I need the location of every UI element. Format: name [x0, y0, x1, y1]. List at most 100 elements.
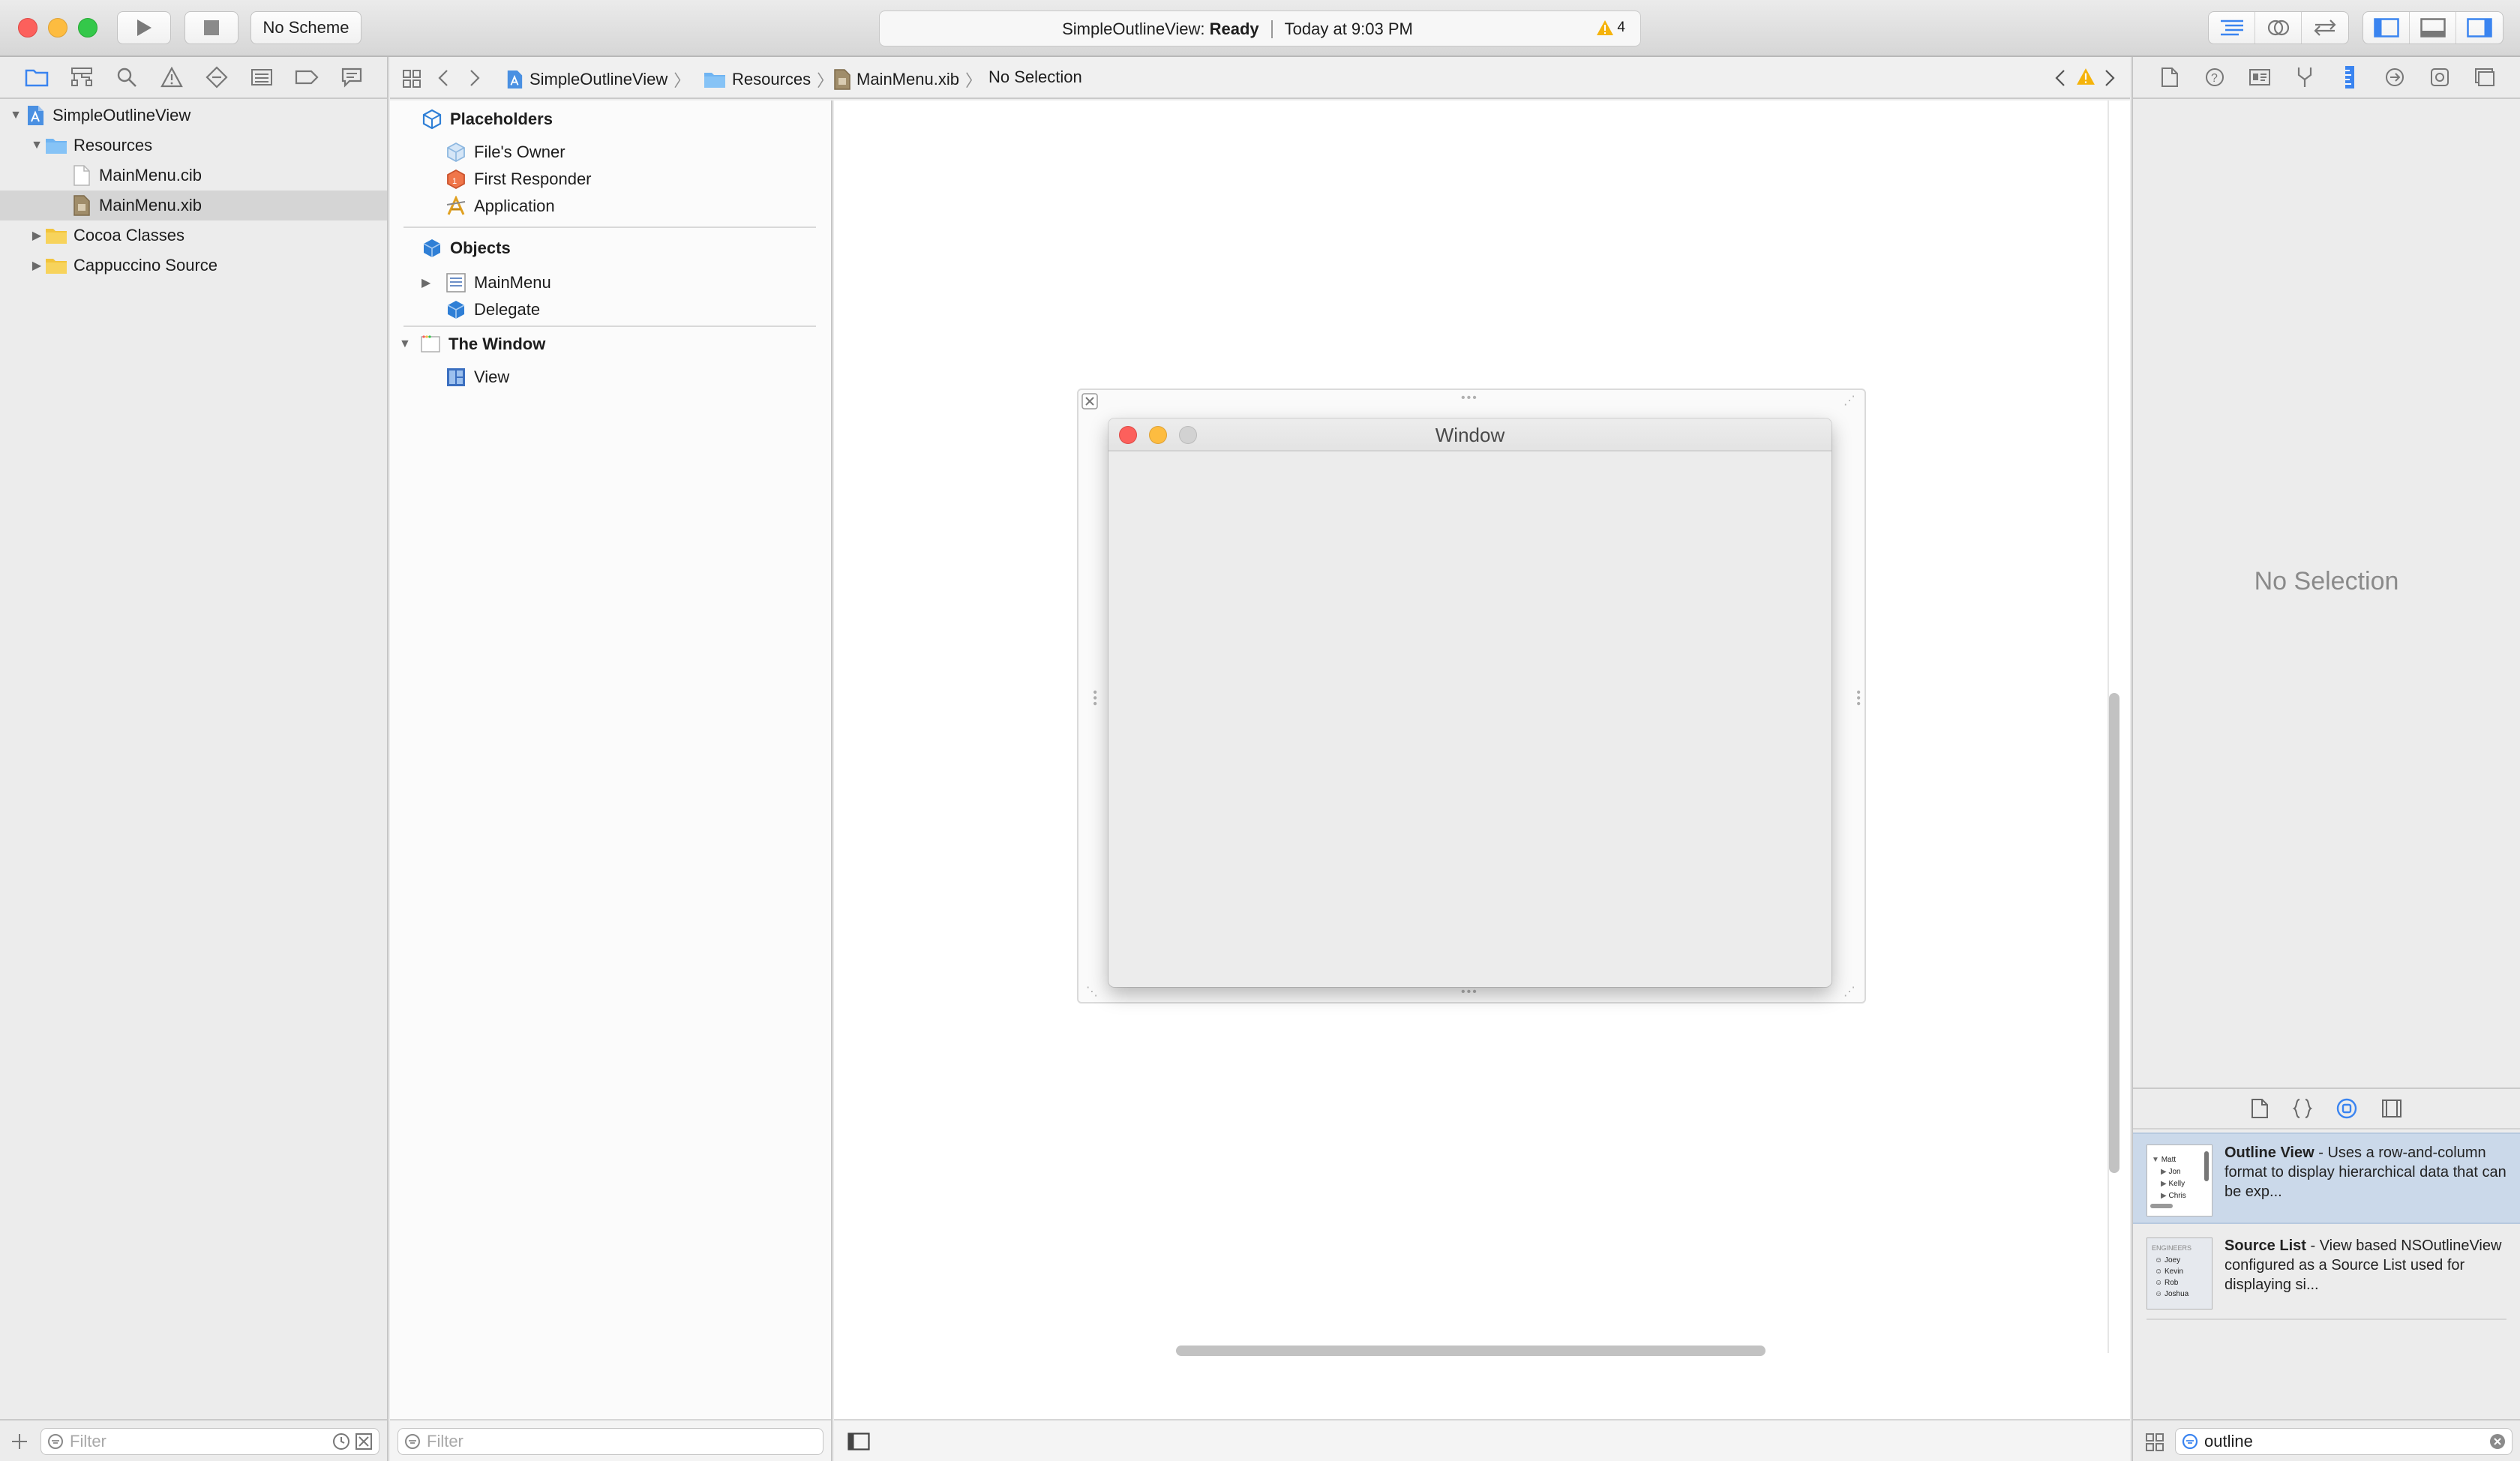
- tree-row-mainmenu-cib[interactable]: MainMenu.cib: [0, 160, 387, 190]
- outline-delegate[interactable]: Delegate: [390, 296, 831, 324]
- outline-filter-input[interactable]: [427, 1432, 823, 1451]
- file-template-icon[interactable]: [2251, 1098, 2269, 1119]
- warning-outline-icon: [160, 67, 183, 88]
- tab-test-navigator[interactable]: [202, 63, 231, 92]
- interface-builder-canvas[interactable]: ••• ⋰ ••• ••• ••• ⋱ ⋰ Window: [834, 100, 2130, 1461]
- resize-handle-right-icon[interactable]: •••: [1851, 690, 1864, 707]
- resize-handle-left-icon[interactable]: •••: [1088, 690, 1101, 707]
- cube-solid-icon: [423, 239, 441, 257]
- standard-editor-button[interactable]: [2209, 12, 2255, 44]
- tree-row-mainmenu-xib[interactable]: MainMenu.xib: [0, 190, 387, 220]
- disclosure-closed-icon[interactable]: ▶: [422, 275, 438, 290]
- toggle-debug-area-button[interactable]: [2410, 12, 2456, 44]
- breadcrumb-project[interactable]: SimpleOutlineView 〉: [506, 68, 690, 92]
- outline-files-owner[interactable]: File's Owner: [390, 138, 831, 166]
- toggle-navigator-button[interactable]: [2363, 12, 2410, 44]
- back-chevron-icon[interactable]: [436, 69, 450, 87]
- tree-row-cappuccino-source[interactable]: ▶ Cappuccino Source: [0, 250, 387, 280]
- warning-icon[interactable]: [2076, 68, 2096, 86]
- tab-breakpoint-navigator[interactable]: [292, 63, 321, 92]
- related-items-icon[interactable]: [402, 69, 422, 88]
- tab-symbol-navigator[interactable]: [68, 63, 96, 92]
- designed-window[interactable]: Window: [1108, 418, 1832, 987]
- scene-close-icon[interactable]: [1082, 393, 1098, 410]
- tab-debug-navigator[interactable]: [248, 63, 276, 92]
- resize-handle-bottom-icon[interactable]: •••: [1461, 986, 1478, 999]
- outline-objects-header[interactable]: Objects: [390, 234, 831, 262]
- tab-size-inspector[interactable]: [2336, 63, 2364, 92]
- breadcrumb-resources[interactable]: Resources 〉: [704, 68, 833, 92]
- object-library-icon[interactable]: [2336, 1098, 2357, 1119]
- resize-handle-top-icon[interactable]: •••: [1461, 392, 1478, 405]
- thumb-row: Kevin: [2164, 1268, 2184, 1276]
- tab-issue-navigator[interactable]: [158, 63, 186, 92]
- library-item-outline-view[interactable]: ▼ Matt ▶ Jon ▶ Kelly ▶ Chris Outline Vie…: [2133, 1132, 2520, 1224]
- tab-find-navigator[interactable]: [112, 63, 141, 92]
- breadcrumb-no-selection[interactable]: No Selection: [988, 68, 1082, 87]
- warning-badge[interactable]: 4: [1596, 20, 1625, 36]
- outline-placeholders-header[interactable]: Placeholders: [390, 105, 831, 134]
- tree-row-project[interactable]: ▼ SimpleOutlineView: [0, 100, 387, 130]
- breadcrumb-mainmenu-xib[interactable]: MainMenu.xib 〉: [834, 68, 982, 92]
- navigator-filter-field[interactable]: [40, 1428, 380, 1455]
- window-close-button[interactable]: [18, 18, 38, 38]
- document-icon: [2162, 68, 2178, 87]
- scm-filter-icon[interactable]: [355, 1432, 373, 1450]
- tree-label: MainMenu.cib: [99, 166, 202, 184]
- tab-project-navigator[interactable]: [22, 63, 51, 92]
- designed-window-titlebar[interactable]: Window: [1108, 418, 1832, 452]
- canvas-horizontal-scrollbar[interactable]: [1176, 1346, 1766, 1356]
- previous-issue-icon[interactable]: [2054, 69, 2067, 87]
- version-editor-button[interactable]: [2302, 12, 2348, 44]
- tree-row-resources[interactable]: ▼ Resources: [0, 130, 387, 160]
- hide-outline-icon[interactable]: [848, 1432, 870, 1450]
- window-zoom-button[interactable]: [78, 18, 98, 38]
- outline-view[interactable]: View: [390, 363, 831, 392]
- library-item-source-list[interactable]: ENGINEERS ☺ Joey ☺ Kevin ☺ Rob ☺ Joshua …: [2133, 1227, 2520, 1318]
- version-editor-icon: [2314, 20, 2336, 36]
- disclosure-open-icon[interactable]: ▼: [28, 137, 45, 154]
- stop-button[interactable]: [184, 11, 238, 44]
- tab-bindings-inspector[interactable]: [2426, 63, 2454, 92]
- grid-view-icon[interactable]: [2145, 1432, 2164, 1452]
- outline-item-label: Delegate: [474, 300, 541, 319]
- toggle-utilities-button[interactable]: [2456, 12, 2503, 44]
- disclosure-closed-icon[interactable]: ▶: [28, 257, 45, 274]
- library-filter-field[interactable]: [2175, 1428, 2512, 1455]
- activity-viewer[interactable]: SimpleOutlineView: Ready Today at 9:03 PM…: [879, 10, 1641, 46]
- navigator-filter-input[interactable]: [70, 1432, 332, 1451]
- add-icon[interactable]: [10, 1432, 28, 1450]
- clear-filter-icon[interactable]: [2489, 1433, 2506, 1450]
- disclosure-open-icon[interactable]: ▼: [399, 338, 416, 351]
- tab-attributes-inspector[interactable]: [2290, 63, 2319, 92]
- designed-minimize-button: [1149, 426, 1167, 444]
- assistant-editor-button[interactable]: [2255, 12, 2302, 44]
- disclosure-closed-icon[interactable]: ▶: [28, 227, 45, 244]
- tab-connections-inspector[interactable]: [2380, 63, 2409, 92]
- tab-view-effects-inspector[interactable]: [2470, 63, 2499, 92]
- outline-window-header[interactable]: ▼ The Window: [390, 330, 831, 358]
- scheme-selector[interactable]: No Scheme: [250, 11, 362, 44]
- window-minimize-button[interactable]: [48, 18, 68, 38]
- outline-first-responder[interactable]: 1 First Responder: [390, 165, 831, 194]
- outline-application[interactable]: Application: [390, 192, 831, 220]
- tab-file-inspector[interactable]: [2156, 63, 2184, 92]
- library-filter-input[interactable]: [2204, 1432, 2489, 1451]
- tab-quick-help[interactable]: ?: [2200, 63, 2229, 92]
- resize-handle-corner-icon[interactable]: ⋰: [1844, 984, 1857, 999]
- outline-mainmenu[interactable]: ▶ MainMenu: [390, 268, 831, 297]
- code-snippet-icon[interactable]: [2293, 1098, 2312, 1119]
- run-button[interactable]: [117, 11, 171, 44]
- disclosure-open-icon[interactable]: ▼: [8, 107, 24, 124]
- outline-filter-field[interactable]: [398, 1428, 824, 1455]
- resize-handle-corner-icon[interactable]: ⋰: [1844, 393, 1857, 408]
- next-issue-icon[interactable]: [2103, 69, 2116, 87]
- tab-report-navigator[interactable]: [338, 63, 366, 92]
- forward-chevron-icon[interactable]: [468, 69, 482, 87]
- media-library-icon[interactable]: [2381, 1099, 2402, 1118]
- resize-handle-corner-icon[interactable]: ⋱: [1086, 984, 1100, 999]
- bindings-icon: [2431, 68, 2449, 86]
- tab-identity-inspector[interactable]: [2246, 63, 2274, 92]
- recent-files-icon[interactable]: [332, 1432, 350, 1450]
- tree-row-cocoa-classes[interactable]: ▶ Cocoa Classes: [0, 220, 387, 250]
